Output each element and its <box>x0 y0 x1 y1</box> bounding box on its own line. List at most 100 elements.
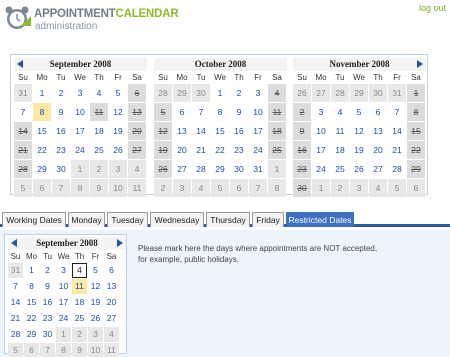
calendar-day[interactable]: 6 <box>128 84 146 102</box>
calendar-day[interactable]: 23 <box>293 160 311 178</box>
tab-wednesday[interactable]: Wednesday <box>150 212 204 227</box>
calendar-day[interactable]: 15 <box>407 122 425 140</box>
calendar-day[interactable]: 9 <box>72 343 87 357</box>
calendar-day[interactable]: 28 <box>14 160 32 178</box>
calendar-day[interactable]: 1 <box>24 263 39 278</box>
tab-friday[interactable]: Friday <box>252 212 284 227</box>
calendar-day[interactable]: 8 <box>268 179 286 197</box>
calendar-day[interactable]: 24 <box>71 141 89 159</box>
calendar-day[interactable]: 2 <box>90 160 108 178</box>
calendar-day[interactable]: 31 <box>388 84 406 102</box>
calendar-day[interactable]: 31 <box>8 263 23 278</box>
calendar-day[interactable]: 9 <box>90 179 108 197</box>
calendar-day[interactable]: 26 <box>350 160 368 178</box>
calendar-day[interactable]: 8 <box>56 343 71 357</box>
tab-restricted-dates[interactable]: Restricted Dates <box>286 212 354 227</box>
calendar-day[interactable]: 25 <box>268 141 286 159</box>
logout-link[interactable]: log out <box>419 3 446 13</box>
calendar-day[interactable]: 1 <box>33 84 51 102</box>
calendar-day[interactable]: 16 <box>52 122 70 140</box>
calendar-day[interactable]: 18 <box>72 295 87 310</box>
calendar-day[interactable]: 22 <box>407 141 425 159</box>
calendar-day[interactable]: 2 <box>52 84 70 102</box>
calendar-day[interactable]: 1 <box>268 160 286 178</box>
next-month-icon[interactable] <box>417 60 423 68</box>
calendar-day[interactable]: 23 <box>230 141 248 159</box>
calendar-day[interactable]: 11 <box>104 343 119 357</box>
calendar-day[interactable]: 21 <box>388 141 406 159</box>
calendar-day[interactable]: 3 <box>71 84 89 102</box>
calendar-day[interactable]: 16 <box>293 141 311 159</box>
calendar-day[interactable]: 12 <box>88 279 103 294</box>
calendar-day[interactable]: 4 <box>369 179 387 197</box>
tab-thursday[interactable]: Thursday <box>206 212 250 227</box>
calendar-day[interactable]: 2 <box>230 84 248 102</box>
calendar-day[interactable]: 4 <box>331 103 349 121</box>
calendar-day[interactable]: 17 <box>71 122 89 140</box>
calendar-day[interactable]: 7 <box>52 179 70 197</box>
calendar-day[interactable]: 16 <box>40 295 55 310</box>
calendar-day[interactable]: 3 <box>249 84 267 102</box>
calendar-day[interactable]: 10 <box>249 103 267 121</box>
calendar-day[interactable]: 7 <box>8 279 23 294</box>
calendar-day[interactable]: 6 <box>407 179 425 197</box>
calendar-day[interactable]: 5 <box>388 179 406 197</box>
calendar-day[interactable]: 26 <box>293 84 311 102</box>
tab-tuesday[interactable]: Tuesday <box>107 212 148 227</box>
calendar-day[interactable]: 1 <box>407 84 425 102</box>
calendar-day[interactable]: 8 <box>407 103 425 121</box>
calendar-day[interactable]: 29 <box>24 327 39 342</box>
calendar-day[interactable]: 12 <box>350 122 368 140</box>
calendar-day[interactable]: 30 <box>52 160 70 178</box>
calendar-day[interactable]: 23 <box>52 141 70 159</box>
calendar-day[interactable]: 12 <box>154 122 172 140</box>
calendar-day[interactable]: 8 <box>71 179 89 197</box>
calendar-day[interactable]: 28 <box>154 84 172 102</box>
tab-monday[interactable]: Monday <box>68 212 105 227</box>
calendar-day[interactable]: 11 <box>128 179 146 197</box>
calendar-day[interactable]: 24 <box>56 311 71 326</box>
calendar-day[interactable]: 5 <box>14 179 32 197</box>
calendar-day[interactable]: 7 <box>40 343 55 357</box>
calendar-day[interactable]: 7 <box>192 103 210 121</box>
calendar-day[interactable]: 10 <box>88 343 103 357</box>
calendar-day[interactable]: 9 <box>40 279 55 294</box>
calendar-day[interactable]: 10 <box>109 179 127 197</box>
calendar-day[interactable]: 17 <box>56 295 71 310</box>
calendar-day[interactable]: 19 <box>154 141 172 159</box>
calendar-day[interactable]: 28 <box>8 327 23 342</box>
calendar-day[interactable]: 17 <box>312 141 330 159</box>
calendar-day[interactable]: 27 <box>128 141 146 159</box>
calendar-day[interactable]: 24 <box>312 160 330 178</box>
calendar-day[interactable]: 3 <box>350 179 368 197</box>
calendar-day[interactable]: 20 <box>173 141 191 159</box>
calendar-day[interactable]: 3 <box>109 160 127 178</box>
calendar-day[interactable]: 28 <box>331 84 349 102</box>
calendar-day[interactable]: 2 <box>154 179 172 197</box>
calendar-day[interactable]: 9 <box>52 103 70 121</box>
calendar-day[interactable]: 14 <box>14 122 32 140</box>
calendar-day[interactable]: 13 <box>369 122 387 140</box>
calendar-day[interactable]: 18 <box>90 122 108 140</box>
calendar-day[interactable]: 20 <box>128 122 146 140</box>
calendar-day[interactable]: 9 <box>293 122 311 140</box>
calendar-day[interactable]: 6 <box>230 179 248 197</box>
tab-working-dates[interactable]: Working Dates <box>2 212 66 227</box>
calendar-day[interactable]: 24 <box>249 141 267 159</box>
calendar-day[interactable]: 13 <box>128 103 146 121</box>
calendar-day[interactable]: 6 <box>104 263 119 278</box>
calendar-day[interactable]: 10 <box>71 103 89 121</box>
calendar-day[interactable]: 21 <box>192 141 210 159</box>
calendar-day[interactable]: 27 <box>173 160 191 178</box>
calendar-day[interactable]: 27 <box>104 311 119 326</box>
calendar-day[interactable]: 6 <box>33 179 51 197</box>
calendar-day[interactable]: 13 <box>173 122 191 140</box>
calendar-day[interactable]: 3 <box>88 327 103 342</box>
calendar-day[interactable]: 28 <box>388 160 406 178</box>
calendar-day[interactable]: 30 <box>230 160 248 178</box>
calendar-day[interactable]: 18 <box>331 141 349 159</box>
calendar-day[interactable]: 5 <box>8 343 23 357</box>
calendar-day[interactable]: 5 <box>350 103 368 121</box>
calendar-day[interactable]: 17 <box>249 122 267 140</box>
calendar-day[interactable]: 25 <box>331 160 349 178</box>
